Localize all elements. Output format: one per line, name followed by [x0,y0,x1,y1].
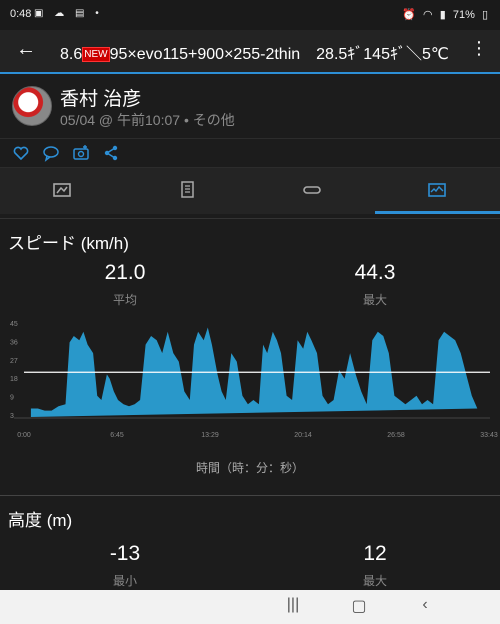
y-tick-label: 18 [10,376,18,383]
signal-icon: ▮ [439,9,446,21]
avg-speed-value: 21.0 [104,261,146,284]
altitude-title: 高度 (m) [8,511,73,530]
system-nav-bar: ||| ▢ ‹ [0,590,500,624]
battery-icon: ▯ [481,9,488,21]
speed-chart[interactable]: 3 9 18 27 36 45 0:00 6:45 13:29 20:14 26:58 33:43 [0,315,500,445]
min-altitude-value: -13 [109,542,141,565]
x-tick-label: 20:14 [294,432,312,439]
max-speed-label: 最大 [362,293,387,307]
recent-apps-icon[interactable]: ||| [281,596,305,614]
max-altitude-value: 12 [363,542,387,565]
tab-laps[interactable] [250,168,375,214]
x-tick-label: 33:43 [480,432,498,439]
x-tick-label: 0:00 [17,432,31,439]
y-tick-label: 45 [10,321,18,328]
social-actions [0,138,500,168]
y-tick-label: 3 [10,413,14,420]
back-nav-icon[interactable]: ‹ [413,596,437,614]
x-tick-label: 13:29 [201,432,219,439]
y-tick-label: 27 [10,358,18,365]
title-prefix: 8.6 [60,46,83,63]
laps-icon [303,186,321,194]
activity-meta: 05/04 @ 午前10:07 • その他 [60,112,235,128]
y-tick-label: 36 [10,339,18,346]
home-icon[interactable]: ▢ [347,596,371,616]
tab-charts[interactable] [375,168,500,214]
map-icon [53,183,71,197]
notification-icons: ▣ ☁ ▤ • [34,8,103,19]
y-tick-label: 9 [10,395,14,402]
max-speed-value: 44.3 [354,261,396,284]
document-icon [181,181,194,198]
status-icons-right: ⏰ ◠ ▮ 71% ▯ [398,8,488,21]
avatar[interactable] [12,86,52,126]
min-altitude-label: 最小 [112,574,137,588]
add-photo-icon[interactable] [72,144,90,162]
user-name[interactable]: 香村 治彦 [60,84,141,111]
max-altitude-label: 最大 [362,574,387,588]
like-heart-icon[interactable] [12,144,30,162]
x-axis-title: 時間（時：分：秒） [195,461,304,475]
activity-title: 8.6 NEW 95×evo115+900×255-2thin 28.5ｷﾞ145ｷ… [60,40,468,64]
x-tick-label: 26:58 [387,432,405,439]
speed-chart-svg: 3 9 18 27 36 45 0:00 6:45 13:29 20:14 26:58 33:43 [10,321,498,439]
comment-icon[interactable] [42,144,60,162]
status-time: 0:48 [10,8,32,20]
x-tick-label: 6:45 [110,432,124,439]
more-vertical-icon[interactable]: ⋮ [470,38,488,59]
alarm-icon: ⏰ [402,9,416,21]
avg-speed-label: 平均 [112,293,137,307]
chart-icon [428,183,446,197]
app-bar: ← 8.6 NEW 95×evo115+900×255-2thin 28.5ｷﾞ14… [0,30,500,72]
battery-text: 71% [452,9,475,21]
title-rest: 95×evo115+900×255-2thin 28.5ｷﾞ145ｷﾞ＼5℃ [109,46,449,63]
altitude-section: 高度 (m) -13 最小 12 最大 [0,495,500,590]
tab-map[interactable] [0,168,125,214]
activity-header: 香村 治彦 05/04 @ 午前10:07 • その他 [0,74,500,138]
speed-section: スピード (km/h) 21.0 平均 44.3 最大 3 9 18 27 36 45 0:… [0,218,500,494]
wifi-icon: ◠ [423,9,433,21]
tab-stats[interactable] [125,168,250,214]
activity-tabs [0,168,500,214]
back-arrow-icon[interactable]: ← [14,38,38,61]
new-badge: NEW [82,47,110,62]
status-bar: 0:48 ▣ ☁ ▤ • ⏰ ◠ ▮ 71% ▯ [0,0,500,30]
share-icon[interactable] [102,144,120,162]
speed-title: スピード (km/h) [8,234,129,253]
